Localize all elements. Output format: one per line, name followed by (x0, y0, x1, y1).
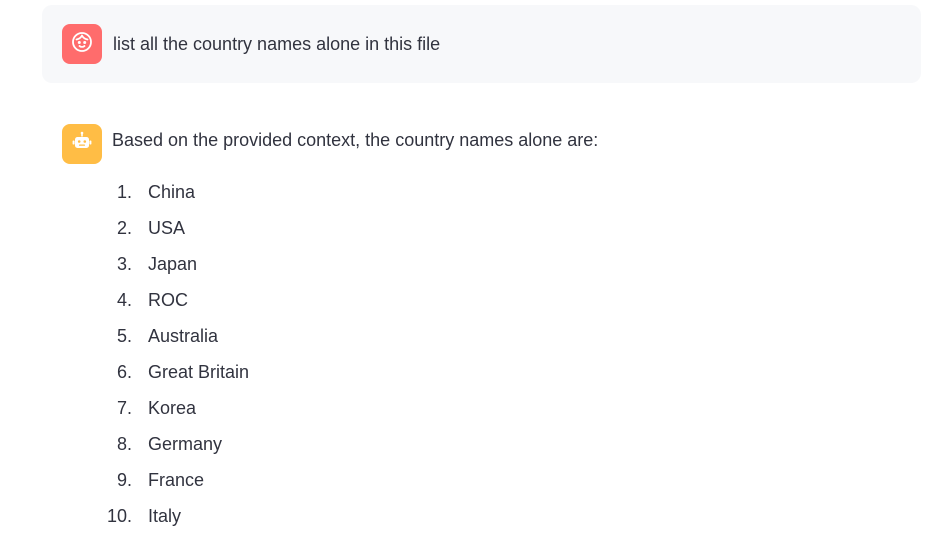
list-item-text: ROC (148, 290, 188, 310)
list-item-number: 2. (116, 218, 132, 238)
list-item-text: Korea (148, 398, 197, 418)
list-item-text: France (148, 470, 205, 490)
list-item-number: 7. (116, 398, 132, 418)
assistant-intro-text: Based on the provided context, the count… (112, 130, 599, 150)
robot-icon (70, 130, 94, 159)
assistant-message: Based on the provided context, the count… (0, 0, 946, 557)
list-item-number: 6. (116, 362, 132, 382)
list-item-number: 9. (116, 470, 132, 490)
list-item-text: USA (148, 218, 186, 238)
list-item-text: Great Britain (148, 362, 250, 382)
list-item-number: 3. (116, 254, 132, 274)
list-item-number: 1. (116, 182, 132, 202)
list-item-text: Japan (148, 254, 198, 274)
chat-container: list all the country names alone in this… (0, 0, 946, 557)
list-item-number: 5. (116, 326, 132, 346)
list-item-text: Australia (148, 326, 219, 346)
list-item-number: 10. (106, 506, 132, 526)
list-item-number: 4. (116, 290, 132, 310)
list-item-text: Italy (148, 506, 182, 526)
list-item-text: Germany (148, 434, 223, 454)
list-item-number: 8. (116, 434, 132, 454)
list-item-text: China (148, 182, 196, 202)
assistant-avatar (62, 124, 102, 164)
